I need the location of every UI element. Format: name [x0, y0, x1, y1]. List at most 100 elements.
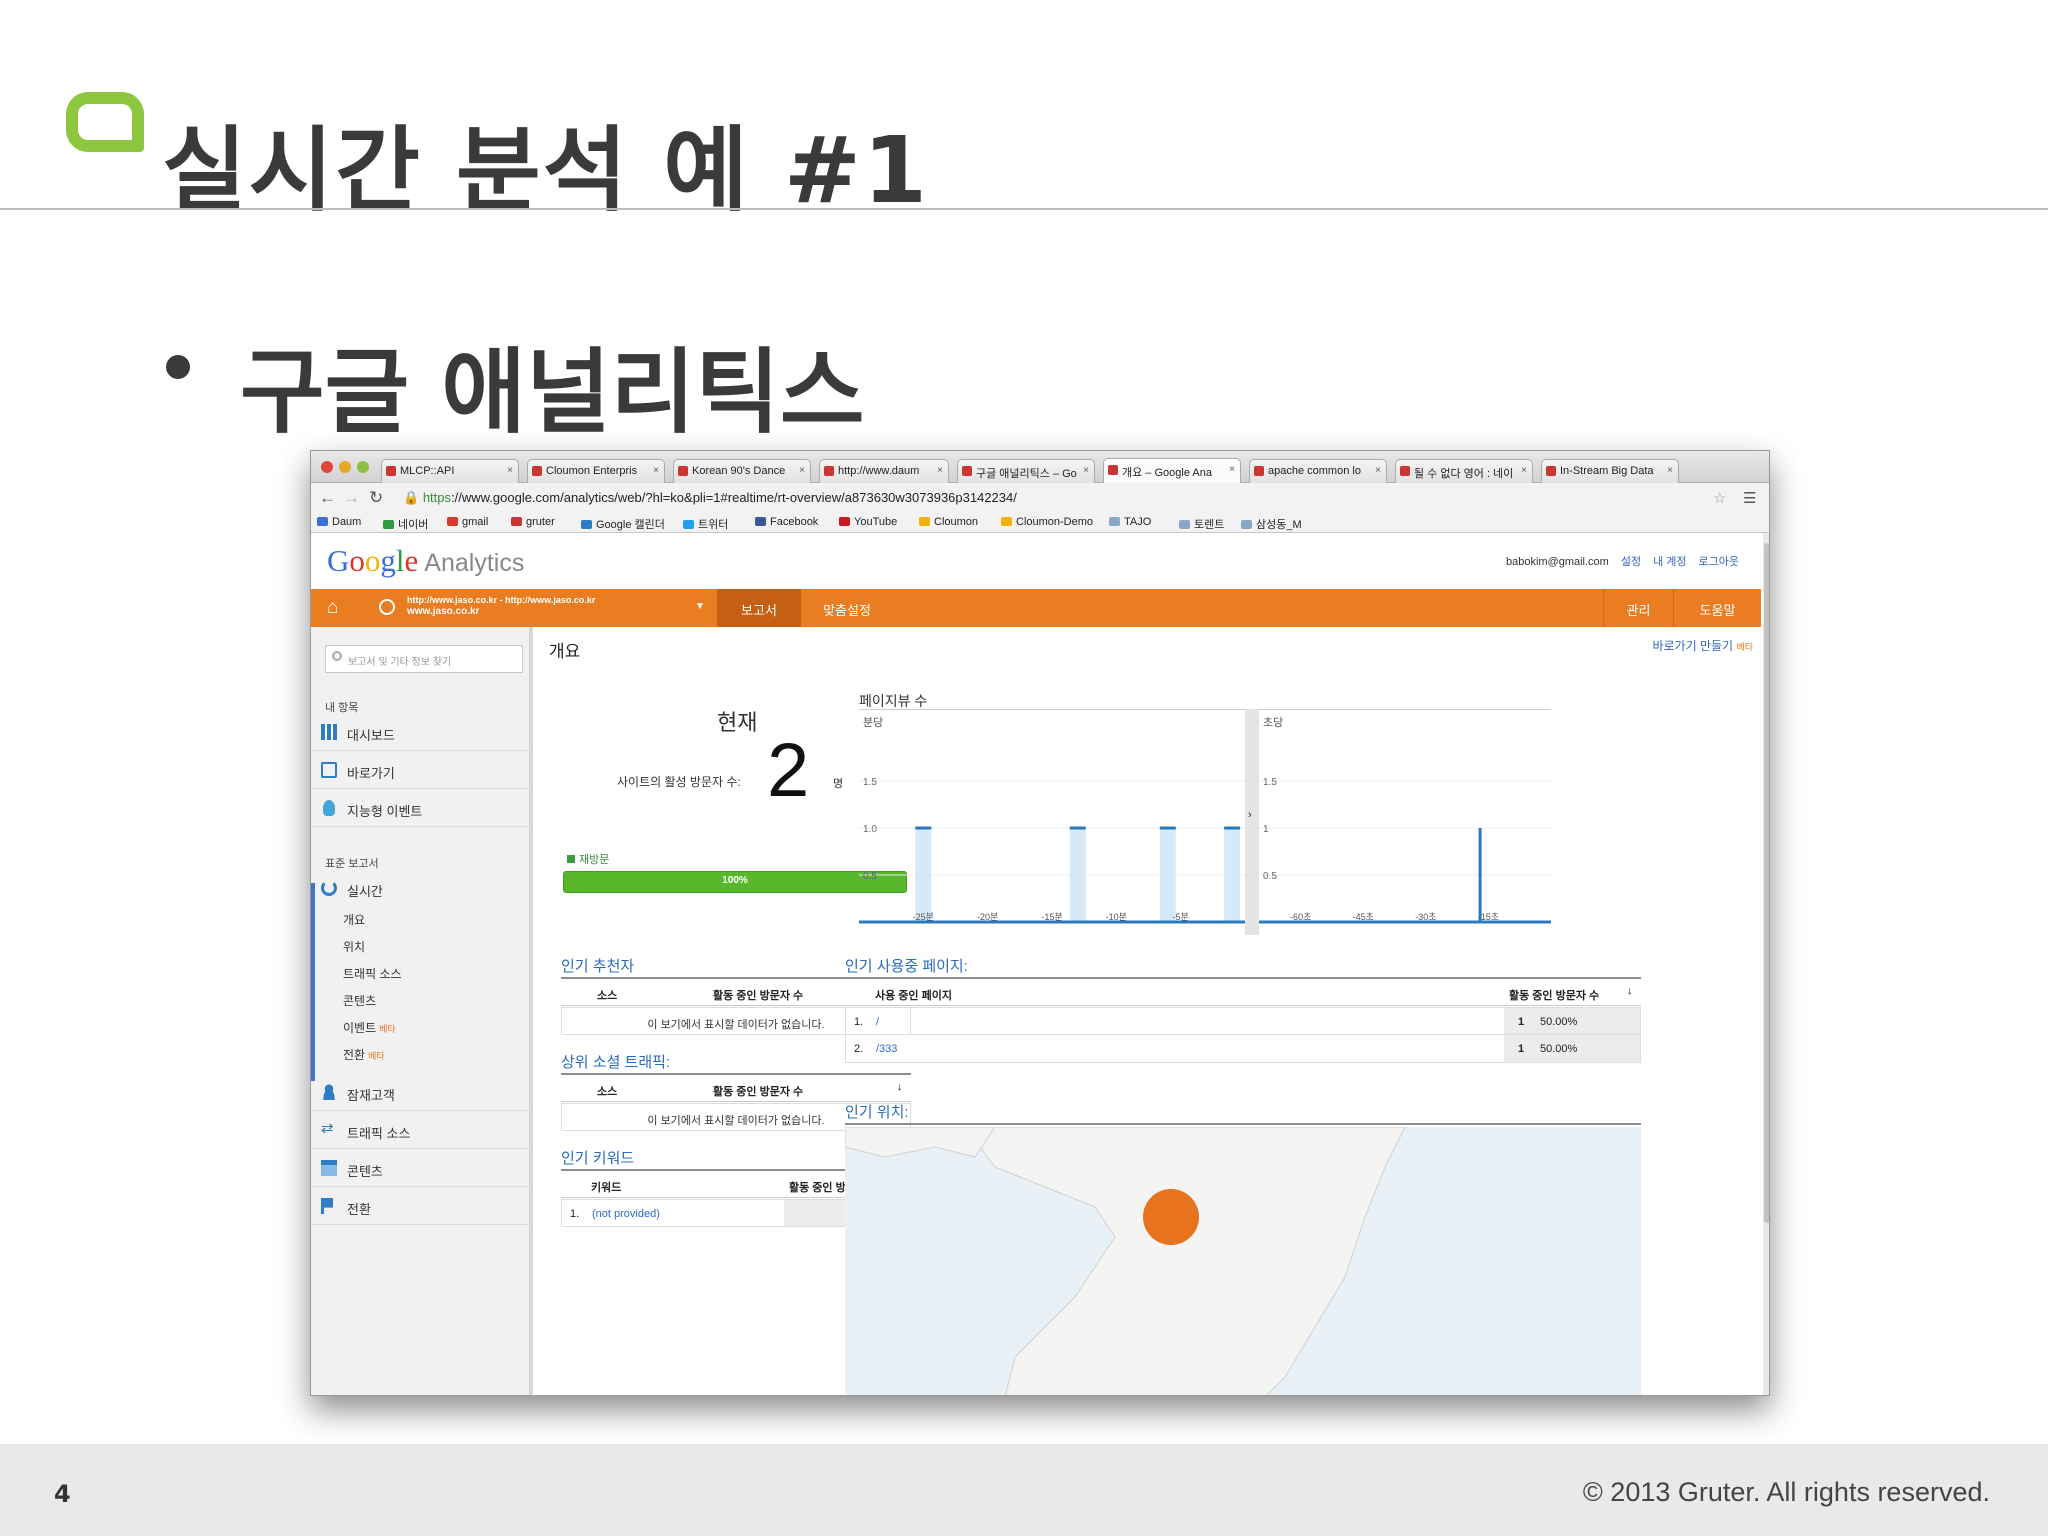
- search-input[interactable]: 보고서 및 기타 정보 찾기: [325, 645, 523, 673]
- sidebar-subitem[interactable]: 트래픽 소스: [343, 965, 402, 982]
- lightbulb-icon: [323, 800, 335, 816]
- subitem-label: 이벤트: [343, 1021, 377, 1035]
- google-analytics-logo[interactable]: Google Analytics: [327, 543, 524, 579]
- sidebar-item-label: 대시보드: [347, 728, 395, 743]
- page-link[interactable]: /333: [876, 1043, 897, 1055]
- bookmark-item[interactable]: 트위터: [683, 516, 728, 532]
- back-icon[interactable]: ←: [319, 488, 336, 508]
- tab-7[interactable]: apache common lo ×: [1249, 459, 1387, 483]
- minimize-window-icon[interactable]: [339, 461, 351, 473]
- close-tab-icon[interactable]: ×: [1083, 465, 1089, 476]
- top-pages-title: 인기 사용중 페이지:: [845, 958, 968, 975]
- tab-label: In-Stream Big Data: [1560, 465, 1654, 477]
- sort-down-icon[interactable]: ↓: [897, 1081, 903, 1093]
- tab-4[interactable]: http://www.daum ×: [819, 459, 949, 483]
- bookmark-label: TAJO: [1124, 516, 1152, 528]
- sidebar-item-audience[interactable]: 잠재고객: [311, 1073, 533, 1111]
- col-source[interactable]: 소스: [597, 1083, 617, 1099]
- sidebar-item-shortcuts[interactable]: 바로가기: [311, 751, 533, 789]
- sidebar-item-intelligence[interactable]: 지능형 이벤트: [311, 789, 533, 827]
- property-selector[interactable]: http://www.jaso.co.kr - http://www.jaso.…: [407, 594, 595, 618]
- settings-link[interactable]: 설정: [1621, 556, 1641, 568]
- bookmark-item[interactable]: gruter: [511, 516, 555, 528]
- scrollbar[interactable]: [1763, 533, 1769, 1395]
- my-account-link[interactable]: 내 계정: [1653, 556, 1686, 568]
- location-map[interactable]: [845, 1127, 1641, 1395]
- page-link[interactable]: /: [876, 1016, 879, 1028]
- tab-label: 구글 애널리틱스 – Go: [976, 468, 1077, 480]
- bookmark-item[interactable]: Cloumon: [919, 516, 978, 528]
- tab-2[interactable]: Cloumon Enterpris ×: [527, 459, 665, 483]
- col-active-visitors[interactable]: 활동 중인 방문자 수: [1509, 987, 1599, 1003]
- x-tick-label: -10분: [1106, 912, 1127, 922]
- bookmark-item[interactable]: YouTube: [839, 516, 897, 528]
- tab-8[interactable]: 될 수 없다 영어 : 네이 ×: [1395, 459, 1533, 483]
- logo-letter: l: [395, 543, 405, 578]
- bookmark-item[interactable]: 삼성동_M: [1241, 516, 1302, 532]
- sidebar-subitem[interactable]: 개요: [343, 911, 365, 928]
- bookmark-item[interactable]: 네이버: [383, 516, 428, 532]
- bookmark-item[interactable]: gmail: [447, 516, 488, 528]
- close-tab-icon[interactable]: ×: [1521, 465, 1527, 476]
- menu-icon[interactable]: ☰: [1743, 489, 1756, 507]
- scrollbar-thumb[interactable]: [1764, 543, 1769, 1223]
- sidebar-item-content[interactable]: 콘텐츠: [311, 1149, 533, 1187]
- per-minute-label: 분당: [863, 717, 884, 729]
- close-tab-icon[interactable]: ×: [507, 465, 513, 476]
- col-active-visitors[interactable]: 활동 중인 방문자 수: [713, 1083, 803, 1099]
- pageviews-per-second-chart: 초당 0.5 1 1.5 -60초 -45초 -30초 -15초: [1259, 709, 1551, 935]
- admin-link[interactable]: 관리: [1603, 589, 1673, 627]
- col-source[interactable]: 소스: [597, 987, 617, 1003]
- bookmark-item[interactable]: Cloumon-Demo: [1001, 516, 1093, 528]
- col-keyword[interactable]: 키워드: [591, 1179, 621, 1195]
- sort-down-icon[interactable]: ↓: [1627, 985, 1633, 997]
- tab-customization[interactable]: 맞춤설정: [801, 589, 893, 627]
- tab-6[interactable]: 개요 – Google Ana ×: [1103, 458, 1241, 483]
- close-window-icon[interactable]: [321, 461, 333, 473]
- close-tab-icon[interactable]: ×: [653, 465, 659, 476]
- logout-link[interactable]: 로그아웃: [1699, 556, 1739, 568]
- home-icon[interactable]: ⌂: [327, 597, 338, 619]
- close-tab-icon[interactable]: ×: [1229, 464, 1235, 475]
- create-shortcut-link[interactable]: 바로가기 만들기 베타: [1652, 637, 1753, 654]
- url-field[interactable]: 🔒 https://www.google.com/analytics/web/?…: [403, 490, 1017, 506]
- bookmark-item[interactable]: Google 캘린더: [581, 516, 665, 532]
- chevron-down-icon[interactable]: ▼: [695, 601, 705, 612]
- tab-5[interactable]: 구글 애널리틱스 – Go ×: [957, 459, 1095, 483]
- help-link[interactable]: 도움말: [1673, 589, 1761, 627]
- bookmark-item[interactable]: TAJO: [1109, 516, 1151, 528]
- sidebar-item-traffic-sources[interactable]: ⇄ 트래픽 소스: [311, 1111, 533, 1149]
- zoom-window-icon[interactable]: [357, 461, 369, 473]
- keyword-link[interactable]: (not provided): [592, 1208, 660, 1220]
- close-tab-icon[interactable]: ×: [1375, 465, 1381, 476]
- tab-3[interactable]: Korean 90's Dance ×: [673, 459, 811, 483]
- bookmark-icon: [755, 517, 766, 526]
- referrers-title: 인기 추천자: [561, 958, 635, 975]
- reload-icon[interactable]: ↻: [369, 488, 383, 508]
- sidebar-subitem[interactable]: 전환 베타: [343, 1046, 385, 1063]
- star-icon[interactable]: ☆: [1713, 489, 1726, 507]
- col-page[interactable]: 사용 중인 페이지: [875, 987, 952, 1003]
- bookmark-item[interactable]: Daum: [317, 516, 361, 528]
- bookmark-item[interactable]: Facebook: [755, 516, 818, 528]
- tab-1[interactable]: MLCP::API ×: [381, 459, 519, 483]
- sidebar-subitem[interactable]: 콘텐츠: [343, 992, 376, 1009]
- section-rule: [845, 1123, 1641, 1125]
- col-active-visitors[interactable]: 활동 중인 방문자 수: [713, 987, 803, 1003]
- tab-9[interactable]: In-Stream Big Data ×: [1541, 459, 1679, 483]
- sidebar-item-dashboard[interactable]: 대시보드: [311, 713, 533, 751]
- tab-reports[interactable]: 보고서: [717, 589, 801, 627]
- close-tab-icon[interactable]: ×: [937, 465, 943, 476]
- forward-icon[interactable]: →: [343, 488, 360, 508]
- close-tab-icon[interactable]: ×: [799, 465, 805, 476]
- sidebar-subitem[interactable]: 위치: [343, 938, 365, 955]
- close-tab-icon[interactable]: ×: [1667, 465, 1673, 476]
- subitem-label: 트래픽 소스: [343, 967, 402, 981]
- sidebar-subitem[interactable]: 이벤트 베타: [343, 1019, 396, 1036]
- bookmark-item[interactable]: 토렌트: [1179, 516, 1224, 532]
- legend-swatch: [567, 855, 575, 863]
- sidebar-item-conversions[interactable]: 전환: [311, 1187, 533, 1225]
- tab-label: http://www.daum: [838, 465, 920, 477]
- user-menu: babokim@gmail.com 설정 내 계정 로그아웃: [1506, 553, 1739, 569]
- sidebar-item-realtime[interactable]: 실시간: [311, 869, 533, 907]
